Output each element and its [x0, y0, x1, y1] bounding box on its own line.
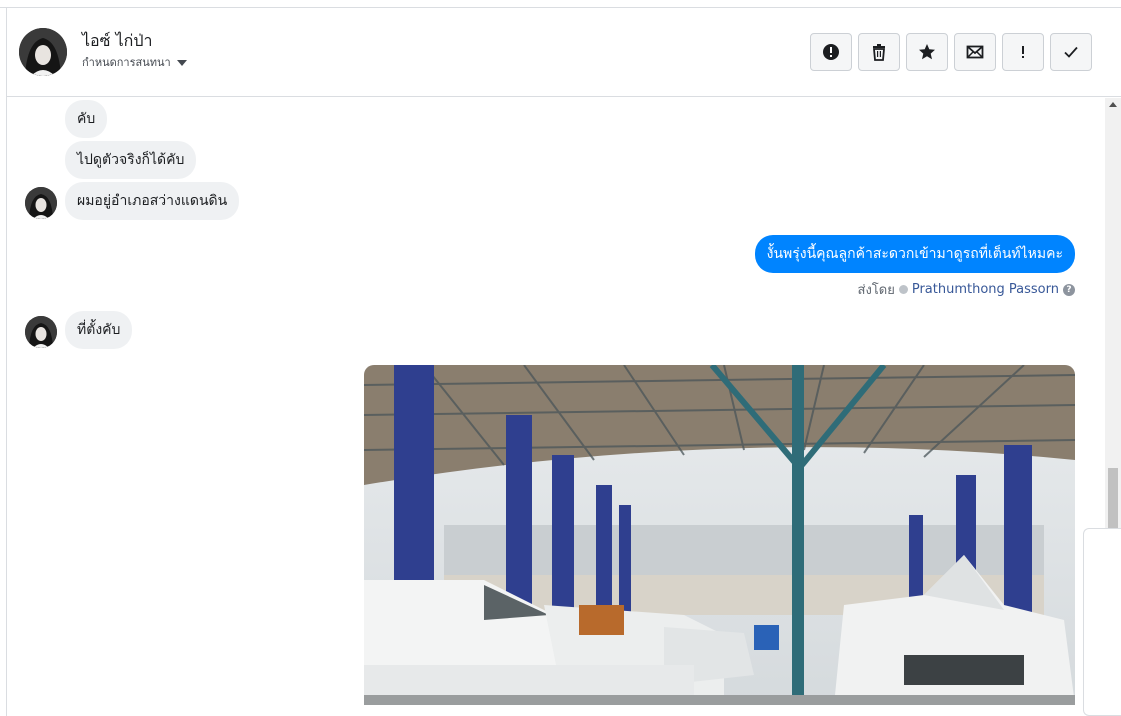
mark-done-button[interactable] [1050, 33, 1092, 71]
scroll-up-arrow-icon[interactable] [1109, 102, 1117, 107]
sent-by-line: ส่งโดย Prathumthong Passorn ? [858, 279, 1075, 300]
collapsed-side-panel[interactable] [1083, 528, 1121, 716]
help-question-icon[interactable]: ? [1063, 283, 1075, 296]
envelope-icon [966, 45, 984, 59]
trash-icon [873, 44, 885, 61]
browser-top-edge [0, 0, 1121, 8]
checkmark-icon [1064, 46, 1078, 58]
alert-circle-icon [823, 44, 839, 60]
conversation-settings-label: กำหนดการสนทนา [82, 56, 171, 69]
verified-dot-icon [898, 285, 908, 294]
incoming-message[interactable]: ไปดูตัวจริงก็ได้คับ [65, 141, 197, 179]
conversation-toolbar [810, 33, 1092, 71]
delete-button[interactable] [858, 33, 900, 71]
contact-avatar-small[interactable] [25, 316, 57, 348]
follow-up-button[interactable] [1002, 33, 1044, 71]
car-service-garage-photo[interactable] [364, 365, 1075, 705]
contact-name[interactable]: ไอซ์ ไก่ป่า [82, 29, 152, 54]
incoming-message[interactable]: ผมอยู่อำเภอสว่างแดนดิน [65, 182, 240, 220]
incoming-message[interactable]: ที่ตั้งคับ [65, 311, 133, 349]
conversation-settings-dropdown[interactable]: กำหนดการสนทนา [82, 53, 187, 71]
incoming-message[interactable]: คับ [65, 100, 108, 138]
mark-unread-button[interactable] [954, 33, 996, 71]
conversation-header: ไอซ์ ไก่ป่า กำหนดการสนทนา [7, 9, 1121, 97]
star-icon [919, 44, 935, 60]
contact-avatar[interactable] [19, 28, 67, 76]
exclamation-icon [1022, 46, 1024, 58]
message-thread[interactable]: คับ ไปดูตัวจริงก็ได้คับ ผมอยู่อำเภอสว่าง… [7, 98, 1105, 716]
caret-down-icon [176, 59, 187, 66]
contact-avatar-small[interactable] [25, 187, 57, 219]
sender-name[interactable]: Prathumthong Passorn [912, 282, 1059, 297]
spam-button[interactable] [810, 33, 852, 71]
star-button[interactable] [906, 33, 948, 71]
sent-by-label: ส่งโดย [857, 283, 895, 298]
outgoing-message[interactable]: งั้นพรุ่งนี้คุณลูกค้าสะดวกเข้ามาดูรถที่เ… [754, 235, 1075, 273]
